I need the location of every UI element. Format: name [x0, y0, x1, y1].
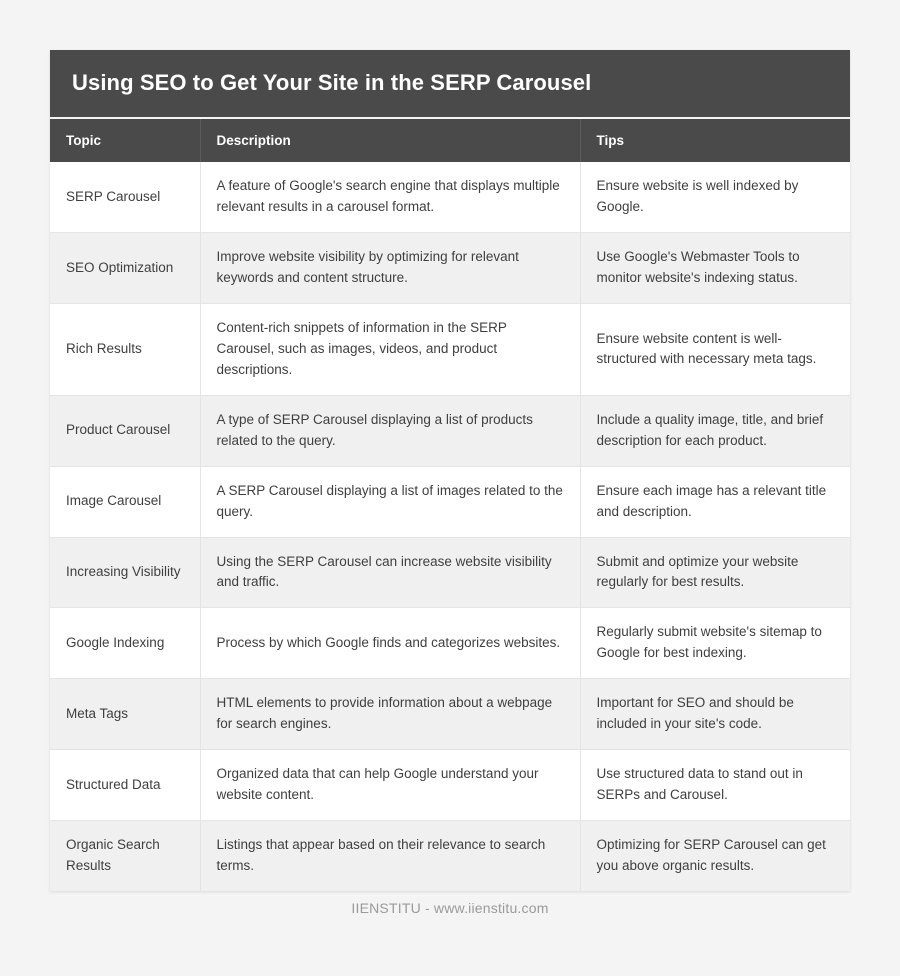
table-row: Structured Data Organized data that can …	[50, 749, 850, 821]
table-row: SERP Carousel A feature of Google's sear…	[50, 162, 850, 234]
table-header-row: Topic Description Tips	[50, 119, 850, 163]
table-row: Organic Search Results Listings that app…	[50, 820, 850, 891]
cell-description: Listings that appear based on their rele…	[200, 820, 581, 891]
column-header-description[interactable]: Description	[200, 119, 581, 163]
table-row: Product Carousel A type of SERP Carousel…	[50, 395, 850, 467]
cell-topic: Rich Results	[50, 303, 201, 396]
table-row: Image Carousel A SERP Carousel displayin…	[50, 466, 850, 538]
cell-tips: Optimizing for SERP Carousel can get you…	[580, 820, 850, 891]
table-body: SERP Carousel A feature of Google's sear…	[50, 162, 850, 891]
cell-tips: Ensure website content is well-structure…	[580, 303, 850, 396]
table-row: Google Indexing Process by which Google …	[50, 607, 850, 680]
table-head: Topic Description Tips	[50, 119, 850, 163]
cell-topic: Product Carousel	[50, 395, 201, 467]
cell-topic: SERP Carousel	[50, 162, 201, 234]
cell-topic: Structured Data	[50, 749, 201, 821]
footer-attribution: IIENSTITU - www.iienstitu.com	[351, 900, 549, 916]
cell-topic: Meta Tags	[50, 678, 201, 751]
cell-topic: Organic Search Results	[50, 820, 201, 891]
cell-tips: Regularly submit website's sitemap to Go…	[580, 607, 850, 680]
cell-description: Content-rich snippets of information in …	[200, 303, 581, 396]
cell-topic: Increasing Visibility	[50, 537, 201, 609]
cell-tips: Ensure each image has a relevant title a…	[580, 466, 850, 538]
cell-topic: Google Indexing	[50, 607, 201, 680]
cell-description: A type of SERP Carousel displaying a lis…	[200, 395, 581, 467]
table-row: SEO Optimization Improve website visibil…	[50, 232, 850, 305]
cell-tips: Use structured data to stand out in SERP…	[580, 749, 850, 821]
cell-tips: Include a quality image, title, and brie…	[580, 395, 850, 467]
card-title-bar: Using SEO to Get Your Site in the SERP C…	[50, 50, 850, 120]
table-row: Increasing Visibility Using the SERP Car…	[50, 537, 850, 609]
table-row: Meta Tags HTML elements to provide infor…	[50, 678, 850, 751]
cell-description: Using the SERP Carousel can increase web…	[200, 537, 581, 609]
page-title: Using SEO to Get Your Site in the SERP C…	[72, 70, 592, 95]
cell-description: Improve website visibility by optimizing…	[200, 232, 581, 305]
cell-topic: SEO Optimization	[50, 232, 201, 305]
cell-tips: Important for SEO and should be included…	[580, 678, 850, 751]
page-root: Using SEO to Get Your Site in the SERP C…	[0, 0, 900, 976]
cell-topic: Image Carousel	[50, 466, 201, 538]
table-row: Rich Results Content-rich snippets of in…	[50, 303, 850, 396]
column-header-topic[interactable]: Topic	[50, 119, 201, 163]
cell-tips: Use Google's Webmaster Tools to monitor …	[580, 232, 850, 305]
cell-description: A SERP Carousel displaying a list of ima…	[200, 466, 581, 538]
cell-description: HTML elements to provide information abo…	[200, 678, 581, 751]
cell-description: Process by which Google finds and catego…	[200, 607, 581, 680]
cell-description: A feature of Google's search engine that…	[200, 162, 581, 234]
seo-table-card: Using SEO to Get Your Site in the SERP C…	[50, 50, 850, 891]
column-header-tips[interactable]: Tips	[580, 119, 850, 163]
cell-tips: Ensure website is well indexed by Google…	[580, 162, 850, 234]
cell-description: Organized data that can help Google unde…	[200, 749, 581, 821]
cell-tips: Submit and optimize your website regular…	[580, 537, 850, 609]
seo-reference-table: Topic Description Tips SERP Carousel A f…	[50, 119, 850, 891]
